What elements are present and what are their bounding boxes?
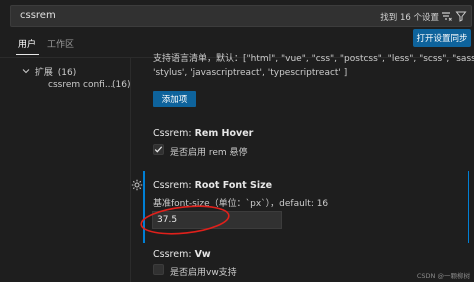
- rem-hover-checkbox[interactable]: [153, 144, 164, 155]
- add-item-button[interactable]: 添加项: [153, 91, 196, 107]
- tree-item-cssrem[interactable]: cssrem confi...: [48, 80, 113, 90]
- check-icon: [154, 146, 163, 153]
- tab-workspace[interactable]: 工作区: [47, 37, 74, 50]
- setting-name: Root Font Size: [194, 180, 273, 191]
- search-input[interactable]: cssrem: [20, 10, 56, 21]
- languages-desc-line2: 'stylus', 'javascriptreact', 'typescript…: [153, 68, 348, 78]
- setting-title-rem-hover: Cssrem: Rem Hover: [153, 128, 253, 139]
- filter-icon[interactable]: [454, 9, 468, 23]
- chevron-down-icon: [22, 67, 32, 78]
- tree-group-count: (16): [57, 68, 77, 78]
- match-count: 找到 16 个设置: [380, 13, 439, 23]
- active-tab-indicator: [16, 54, 39, 55]
- tree-group-extensions[interactable]: 扩展 (16): [22, 65, 76, 78]
- setting-title-root-font-size: Cssrem: Root Font Size: [153, 180, 272, 191]
- settings-search-bar: cssrem 找到 16 个设置: [0, 0, 474, 32]
- setting-prefix: Cssrem:: [153, 180, 195, 191]
- root-font-size-input[interactable]: 37.5: [152, 211, 282, 229]
- tree-item-label: cssrem confi...: [48, 80, 114, 90]
- setting-name: Vw: [194, 249, 211, 260]
- setting-name: Rem Hover: [194, 128, 254, 139]
- watermark: CSDN @一颗柳树: [416, 272, 470, 280]
- search-box[interactable]: cssrem 找到 16 个设置: [10, 5, 472, 27]
- tree-group-label: 扩展: [34, 68, 53, 78]
- gear-icon[interactable]: [131, 179, 143, 191]
- settings-sync-button[interactable]: 打开设置同步: [413, 29, 471, 47]
- settings-list: 支持语言清单，默认：["html", "vue", "css", "postcs…: [131, 47, 474, 282]
- vw-label: 是否启用vw支持: [170, 268, 237, 278]
- setting-prefix: Cssrem:: [153, 128, 195, 139]
- settings-toc: 扩展 (16) cssrem confi... (16): [0, 58, 130, 282]
- focus-indicator: [143, 171, 145, 243]
- languages-desc-line1: 支持语言清单，默认：["html", "vue", "css", "postcs…: [153, 54, 474, 64]
- vw-checkbox[interactable]: [153, 264, 164, 275]
- root-font-size-desc: 基准font-size（单位：`px`），default: 16: [153, 199, 329, 209]
- setting-title-vw: Cssrem: Vw: [153, 249, 211, 260]
- tab-user[interactable]: 用户: [18, 37, 36, 50]
- setting-prefix: Cssrem:: [153, 249, 195, 260]
- rem-hover-label: 是否启用 rem 悬停: [170, 148, 248, 158]
- focus-border-right: [468, 171, 469, 243]
- tree-item-count: (16): [112, 80, 131, 90]
- clear-filter-icon[interactable]: [439, 9, 453, 23]
- annotation-ellipse: [140, 205, 230, 235]
